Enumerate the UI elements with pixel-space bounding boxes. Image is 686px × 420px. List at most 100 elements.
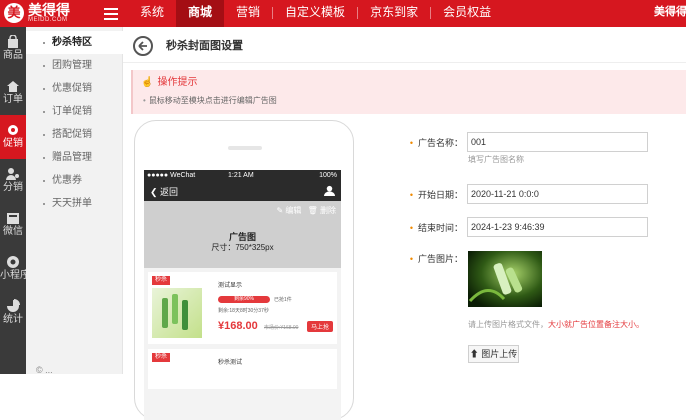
page-title: 秒杀封面图设置 <box>166 40 243 52</box>
brand-name: 美得得 <box>654 6 686 18</box>
edit-button[interactable]: ✎ 编辑 <box>276 206 301 215</box>
nav-item-jd-daojia[interactable]: 京东到家 <box>358 0 430 27</box>
top-bar: 美 美得得 MEIDD.COM 系统 商城 营销 自定义模板 京东到家 会员权益… <box>0 0 686 27</box>
ad-name-help: 填写广告图名称 <box>468 155 524 164</box>
product-name: 秒杀测试 <box>218 360 243 366</box>
sidebar-item-label: 商品 <box>3 50 23 61</box>
submenu-item-order-promotion[interactable]: 订单促销 <box>26 100 123 123</box>
phone-speaker <box>228 146 262 150</box>
menu-toggle-icon[interactable] <box>104 8 118 20</box>
ad-image-preview <box>468 251 542 307</box>
edit-label: 编辑 <box>285 206 302 215</box>
order-icon <box>7 81 19 92</box>
tips-title-text: 操作提示 <box>157 77 198 88</box>
status-time: 1:21 AM <box>228 172 254 179</box>
phone-back-link[interactable]: ❮ 返回 <box>150 185 178 198</box>
status-battery: 100% <box>319 172 337 179</box>
nav-item-mall[interactable]: 商城 <box>176 0 225 27</box>
sidebar-item-distribution[interactable]: 分销 <box>0 159 26 203</box>
submenu-item-bundle-promotion[interactable]: 搭配促销 <box>26 123 123 146</box>
end-date-label: • 结束时间： <box>409 223 463 233</box>
flash-sale-tag: 秒杀 <box>152 276 171 285</box>
mini-program-icon <box>7 256 19 268</box>
ad-name-input[interactable] <box>467 132 648 152</box>
phone-back-label: 返回 <box>160 187 179 197</box>
phone-title-bar: ❮ 返回 <box>144 181 341 201</box>
buy-now-button[interactable]: 马上抢 <box>306 321 333 332</box>
sidebar-item-label: 订单 <box>3 94 23 105</box>
image-upload-hint: 请上传图片格式文件，大小就广告位置备注大小。 <box>468 320 644 329</box>
tips-title: ☝ 操作提示 <box>141 73 197 88</box>
sidebar-item-goods[interactable]: 商品 <box>0 27 26 71</box>
hand-pointer-icon: ☝ <box>141 77 154 88</box>
status-bar: ●●●●● WeChat 1:21 AM 100% <box>144 170 341 181</box>
product-bottle-shape <box>182 300 188 330</box>
ad-name-label: • 广告名称： <box>409 138 463 148</box>
product-photo <box>468 251 542 307</box>
distribution-icon <box>6 168 19 180</box>
upload-icon: ⬆ <box>469 349 479 359</box>
logo[interactable]: 美 美得得 MEIDD.COM <box>4 2 100 25</box>
logo-text: 美得得 <box>28 2 70 18</box>
start-date-label: • 开始日期： <box>409 190 463 200</box>
goods-card[interactable]: 秒杀 秒杀测试 <box>148 349 337 389</box>
arrow-left-icon <box>138 41 147 51</box>
secondary-sidebar: 秒杀特区 团购管理 优惠促销 订单促销 搭配促销 赠品管理 优惠券 天天拼单 <box>26 27 123 374</box>
delete-button[interactable]: 🗑 删除 <box>308 206 336 215</box>
sidebar-item-wechat[interactable]: 微信 <box>0 203 26 247</box>
product-bottle-shape <box>172 294 178 324</box>
sidebar-item-statistics[interactable]: 统计 <box>0 291 26 335</box>
submenu-item-daily-group[interactable]: 天天拼单 <box>26 192 123 215</box>
product-name: 测试显示 <box>218 283 243 289</box>
sidebar-item-promotion[interactable]: 促销 <box>0 115 26 159</box>
sidebar-item-mini-program[interactable]: 小程序 <box>0 247 30 291</box>
sidebar-item-label: 促销 <box>3 138 23 149</box>
primary-sidebar: 商品 订单 促销 分销 微信 小程序 统计 <box>0 27 30 374</box>
goods-card[interactable]: 秒杀 测试显示 剩余90% 已抢1件 剩余:18天8时30分37秒 ¥168.0… <box>148 272 337 344</box>
product-thumbnail <box>152 288 202 338</box>
upload-image-button[interactable]: ⬆ 图片上传 <box>468 345 519 363</box>
countdown: 剩余:18天8时30分37秒 <box>218 308 269 314</box>
sidebar-item-label: 统计 <box>3 314 23 325</box>
submenu-item-flash-sale[interactable]: 秒杀特区 <box>26 31 123 54</box>
submenu-item-coupons[interactable]: 优惠券 <box>26 169 123 192</box>
promotion-icon <box>8 125 18 135</box>
nav-item-member-benefits[interactable]: 会员权益 <box>431 0 503 27</box>
sold-count: 已抢1件 <box>274 297 292 303</box>
user-icon[interactable] <box>324 185 335 196</box>
nav-item-marketing[interactable]: 营销 <box>224 0 272 27</box>
logo-subtitle: MEIDD.COM <box>28 17 68 23</box>
sidebar-item-label: 分销 <box>3 182 23 193</box>
statistics-icon <box>7 299 20 312</box>
submenu-item-group-buy[interactable]: 团购管理 <box>26 54 123 77</box>
top-nav: 系统 商城 营销 自定义模板 京东到家 会员权益 <box>128 0 503 27</box>
flash-sale-tag: 秒杀 <box>152 353 171 362</box>
end-date-input[interactable] <box>467 217 648 237</box>
logo-mark-icon: 美 <box>4 3 24 23</box>
stock-progress-bar: 剩余90% <box>218 296 270 303</box>
nav-item-custom-template[interactable]: 自定义模板 <box>273 0 357 27</box>
sidebar-item-label: 小程序 <box>0 270 30 281</box>
wechat-icon <box>7 213 19 224</box>
operation-tips: ☝操作提示 鼠标移动至模块点击进行编辑广告图 <box>131 70 686 114</box>
page-header: 秒杀封面图设置 <box>123 27 686 63</box>
submenu-item-discount[interactable]: 优惠促销 <box>26 77 123 100</box>
shopping-bag-icon <box>8 35 18 48</box>
sidebar-item-orders[interactable]: 订单 <box>0 71 26 115</box>
submenu-item-gifts[interactable]: 赠品管理 <box>26 146 123 169</box>
ad-banner-module[interactable]: ✎ 编辑 🗑 删除 广告图 尺寸：750*325px <box>144 201 341 268</box>
banner-actions: ✎ 编辑 🗑 删除 <box>276 205 336 216</box>
product-bottle-shape <box>162 298 168 328</box>
main-content: 秒杀封面图设置 ☝操作提示 鼠标移动至模块点击进行编辑广告图 ●●●●● WeC… <box>123 27 686 420</box>
market-price: 市场价:¥168.00 <box>264 325 299 331</box>
phone-screen: ●●●●● WeChat 1:21 AM 100% ❮ 返回 ✎ 编辑 🗑 删除… <box>144 170 341 420</box>
sidebar-item-label: 微信 <box>3 226 23 237</box>
back-button[interactable] <box>133 36 153 56</box>
ad-image-label: • 广告图片： <box>409 254 463 264</box>
product-price: ¥168.00 <box>218 320 258 332</box>
nav-item-system[interactable]: 系统 <box>128 0 176 27</box>
phone-preview: ●●●●● WeChat 1:21 AM 100% ❮ 返回 ✎ 编辑 🗑 删除… <box>134 120 354 420</box>
start-date-input[interactable] <box>467 184 648 204</box>
status-carrier: ●●●●● WeChat <box>147 172 196 179</box>
tips-body: 鼠标移动至模块点击进行编辑广告图 <box>143 95 277 106</box>
